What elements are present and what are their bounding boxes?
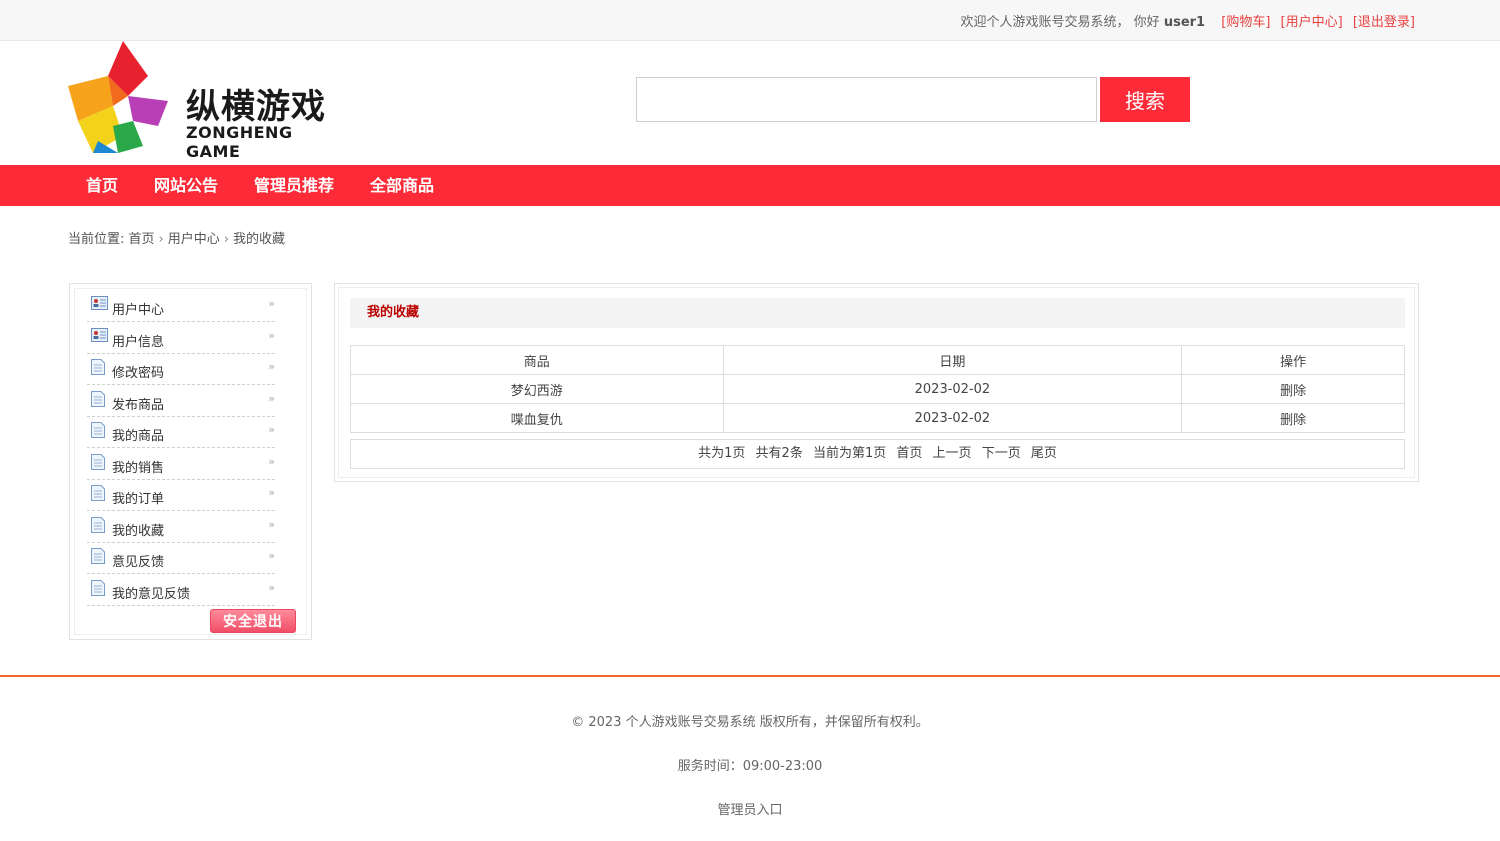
sidebar-item[interactable]: 发布商品 » xyxy=(87,386,275,417)
sidebar-item-label: 我的意见反馈 xyxy=(112,587,191,602)
table-header-row: 商品 日期 操作 xyxy=(350,345,1405,375)
chevron-right-icon: » xyxy=(268,329,275,342)
nav-all-products[interactable]: 全部商品 xyxy=(352,165,452,206)
document-icon xyxy=(91,580,108,596)
column-header-date: 日期 xyxy=(722,345,1183,375)
chevron-right-icon: » xyxy=(268,360,275,373)
sidebar-inner: 用户中心 » 用户信息 » 修改密码 » 发布商品 » 我的商品 » 我的销售 » 我的订单 » 我的收藏 »… xyxy=(74,288,307,635)
document-icon xyxy=(91,391,108,407)
pager-prev[interactable]: 上一页 xyxy=(933,446,972,461)
column-header-action: 操作 xyxy=(1181,345,1405,375)
nav-home[interactable]: 首页 xyxy=(68,165,136,206)
sidebar-item[interactable]: 我的销售 » xyxy=(87,449,275,480)
document-icon xyxy=(91,548,108,564)
pager-next[interactable]: 下一页 xyxy=(982,446,1021,461)
sidebar-item[interactable]: 我的收藏 » xyxy=(87,512,275,543)
breadcrumb-separator: › xyxy=(223,232,229,247)
welcome-text: 欢迎个人游戏账号交易系统， 你好 xyxy=(960,15,1160,30)
cell-date: 2023-02-02 xyxy=(722,403,1183,433)
chevron-right-icon: » xyxy=(268,581,275,594)
username: user1 xyxy=(1163,15,1206,30)
favorites-table: 商品 日期 操作 梦幻西游 2023-02-02 删除 喋血复仇 2023-02… xyxy=(350,345,1405,433)
search-button[interactable]: 搜索 xyxy=(1100,77,1190,122)
panel-title: 我的收藏 xyxy=(350,298,1405,328)
sidebar-item[interactable]: 用户中心 » xyxy=(87,291,275,322)
top-bar-user-links: 欢迎个人游戏账号交易系统， 你好 user1 [购物车] [用户中心] [退出登… xyxy=(961,11,1415,30)
chevron-right-icon: » xyxy=(268,518,275,531)
sidebar-item[interactable]: 我的商品 » xyxy=(87,417,275,448)
user-card-icon xyxy=(91,328,108,343)
table-row: 喋血复仇 2023-02-02 删除 xyxy=(350,403,1405,433)
document-icon xyxy=(91,422,108,438)
document-icon xyxy=(91,517,108,533)
search-input[interactable] xyxy=(636,77,1097,122)
breadcrumb-user-center[interactable]: 用户中心 xyxy=(168,232,220,247)
sidebar-item-label: 修改密码 xyxy=(112,366,165,381)
sidebar-item-label: 我的收藏 xyxy=(112,524,165,539)
sidebar-item[interactable]: 我的订单 » xyxy=(87,480,275,511)
chevron-right-icon: » xyxy=(268,423,275,436)
main-nav: 首页 网站公告 管理员推荐 全部商品 xyxy=(0,165,1500,206)
user-sidebar: 用户中心 » 用户信息 » 修改密码 » 发布商品 » 我的商品 » 我的销售 » 我的订单 » 我的收藏 »… xyxy=(69,283,312,640)
document-icon xyxy=(91,485,108,501)
favorites-panel-inner: 我的收藏 商品 日期 操作 梦幻西游 2023-02-02 删除 喋血复仇 20… xyxy=(338,287,1415,478)
pager-current-page: 当前为第1页 xyxy=(812,446,887,461)
sidebar-item-label: 意见反馈 xyxy=(112,555,165,570)
pager-total-pages: 共为1页 xyxy=(698,446,746,461)
cell-date: 2023-02-02 xyxy=(722,374,1183,404)
breadcrumb-home[interactable]: 首页 xyxy=(129,232,155,247)
pager-first[interactable]: 首页 xyxy=(896,446,922,461)
sidebar-item[interactable]: 意见反馈 » xyxy=(87,543,275,574)
sidebar-item-label: 我的销售 xyxy=(112,461,165,476)
document-icon xyxy=(91,454,108,470)
logo-text-en: ZONGHENG GAME xyxy=(186,123,293,161)
logout-link[interactable]: [退出登录] xyxy=(1353,15,1415,30)
safe-logout-button[interactable]: 安全退出 xyxy=(210,609,296,633)
delete-button[interactable]: 删除 xyxy=(1181,403,1405,433)
chevron-right-icon: » xyxy=(268,455,275,468)
cart-link[interactable]: [购物车] xyxy=(1221,15,1270,30)
sidebar-item-label: 我的订单 xyxy=(112,492,165,507)
breadcrumb: 当前位置: 首页 › 用户中心 › 我的收藏 xyxy=(68,228,285,247)
footer-service-hours: 服务时间：09:00-23:00 xyxy=(677,759,823,774)
logo-mark-icon xyxy=(68,41,168,153)
sidebar-item[interactable]: 用户信息 » xyxy=(87,323,275,354)
table-row: 梦幻西游 2023-02-02 删除 xyxy=(350,374,1405,404)
logo-text-cn: 纵横游戏 xyxy=(186,87,326,127)
breadcrumb-current: 我的收藏 xyxy=(232,232,285,247)
chevron-right-icon: » xyxy=(268,549,275,562)
pager-total-items: 共有2条 xyxy=(755,446,803,461)
sidebar-item-label: 我的商品 xyxy=(112,429,165,444)
nav-admin-recommend[interactable]: 管理员推荐 xyxy=(236,165,352,206)
footer-copyright: © 2023 个人游戏账号交易系统 版权所有，并保留所有权利。 xyxy=(571,715,929,730)
sidebar-item-label: 发布商品 xyxy=(112,398,165,413)
chevron-right-icon: » xyxy=(268,297,275,310)
nav-announcements[interactable]: 网站公告 xyxy=(136,165,236,206)
column-header-product: 商品 xyxy=(350,345,724,375)
site-header: 纵横游戏 ZONGHENG GAME 搜索 xyxy=(0,41,1500,165)
site-footer: © 2023 个人游戏账号交易系统 版权所有，并保留所有权利。 服务时间：09:… xyxy=(0,675,1500,818)
footer-admin-link[interactable]: 管理员入口 xyxy=(0,799,1500,818)
favorites-panel: 我的收藏 商品 日期 操作 梦幻西游 2023-02-02 删除 喋血复仇 20… xyxy=(334,283,1419,482)
user-center-link[interactable]: [用户中心] xyxy=(1281,15,1343,30)
sidebar-item[interactable]: 我的意见反馈 » xyxy=(87,575,275,606)
cell-product[interactable]: 喋血复仇 xyxy=(350,403,724,433)
cell-product[interactable]: 梦幻西游 xyxy=(350,374,724,404)
breadcrumb-prefix: 当前位置: xyxy=(68,232,125,247)
sidebar-item-label: 用户中心 xyxy=(112,303,165,318)
sidebar-item-label: 用户信息 xyxy=(112,335,165,350)
breadcrumb-separator: › xyxy=(158,232,164,247)
pagination: 共为1页 共有2条 当前为第1页 首页 上一页 下一页 尾页 xyxy=(350,439,1405,469)
site-logo[interactable]: 纵横游戏 ZONGHENG GAME xyxy=(68,41,348,161)
top-bar: 欢迎个人游戏账号交易系统， 你好 user1 [购物车] [用户中心] [退出登… xyxy=(0,0,1500,41)
chevron-right-icon: » xyxy=(268,392,275,405)
pager-last[interactable]: 尾页 xyxy=(1031,446,1057,461)
chevron-right-icon: » xyxy=(268,486,275,499)
user-card-icon xyxy=(91,296,108,311)
sidebar-item[interactable]: 修改密码 » xyxy=(87,354,275,385)
document-icon xyxy=(91,359,108,375)
delete-button[interactable]: 删除 xyxy=(1181,374,1405,404)
